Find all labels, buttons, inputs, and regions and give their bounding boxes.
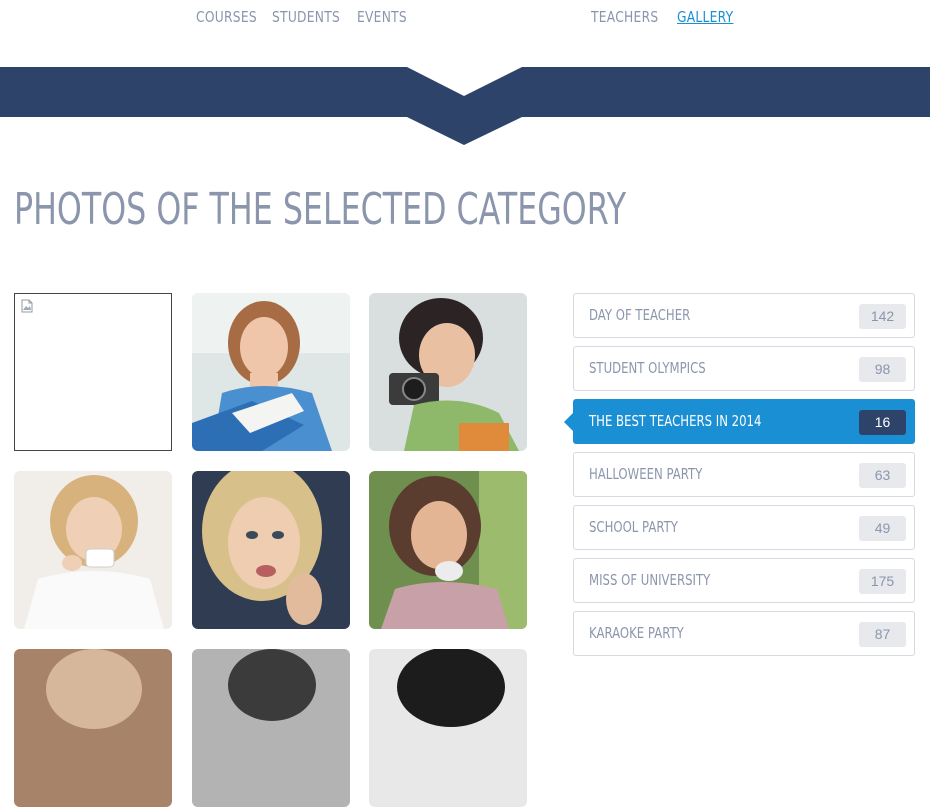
- category-school-party[interactable]: School party 49: [573, 505, 915, 550]
- photo-portrait: [14, 649, 172, 807]
- category-count-badge: 98: [859, 357, 906, 382]
- category-count-badge: 175: [859, 569, 906, 594]
- photo-portrait: [192, 649, 350, 807]
- gallery-photo[interactable]: [369, 293, 527, 451]
- page-title: Photos of the selected category: [14, 184, 627, 235]
- category-label: Karaoke party: [589, 624, 684, 642]
- active-pointer-arrow: [564, 412, 574, 432]
- gallery-photo-broken[interactable]: [14, 293, 172, 451]
- category-miss-of-university[interactable]: Miss of University 175: [573, 558, 915, 603]
- gallery-photo[interactable]: [192, 293, 350, 451]
- category-label: School party: [589, 518, 678, 536]
- category-label: Day of teacher: [589, 306, 691, 324]
- nav-students[interactable]: Students: [272, 8, 340, 26]
- category-label: The best teachers in 2014: [589, 412, 762, 430]
- category-count-badge: 87: [859, 622, 906, 647]
- category-label: Miss of University: [589, 571, 711, 589]
- category-karaoke-party[interactable]: Karaoke party 87: [573, 611, 915, 656]
- gallery-photo[interactable]: [14, 649, 172, 807]
- photo-blonde-woman: [192, 471, 350, 629]
- gallery-photo[interactable]: [192, 471, 350, 629]
- chevron-notch: [407, 67, 522, 145]
- photo-woman-cup: [14, 471, 172, 629]
- category-count-badge: 49: [859, 516, 906, 541]
- category-label: Student Olympics: [589, 359, 706, 377]
- category-student-olympics[interactable]: Student Olympics 98: [573, 346, 915, 391]
- photo-portrait: [369, 649, 527, 807]
- category-count-badge: 16: [859, 410, 906, 435]
- category-label: Halloween party: [589, 465, 703, 483]
- category-count-badge: 142: [859, 304, 906, 329]
- gallery-photo[interactable]: [369, 471, 527, 629]
- broken-image-icon: [21, 299, 33, 313]
- gallery-photo[interactable]: [369, 649, 527, 807]
- nav-gallery[interactable]: Gallery: [677, 8, 733, 26]
- photo-girl-reading: [192, 293, 350, 451]
- photo-woman-outdoors: [369, 471, 527, 629]
- category-day-of-teacher[interactable]: Day of teacher 142: [573, 293, 915, 338]
- gallery-photo[interactable]: [192, 649, 350, 807]
- category-best-teachers-2014[interactable]: The best teachers in 2014 16: [564, 399, 915, 444]
- category-halloween-party[interactable]: Halloween party 63: [573, 452, 915, 497]
- category-count-badge: 63: [859, 463, 906, 488]
- gallery-photo[interactable]: [14, 471, 172, 629]
- nav-courses[interactable]: Courses: [196, 8, 257, 26]
- nav-teachers[interactable]: Teachers: [591, 8, 658, 26]
- photo-woman-camera: [369, 293, 527, 451]
- nav-events[interactable]: Events: [357, 8, 407, 26]
